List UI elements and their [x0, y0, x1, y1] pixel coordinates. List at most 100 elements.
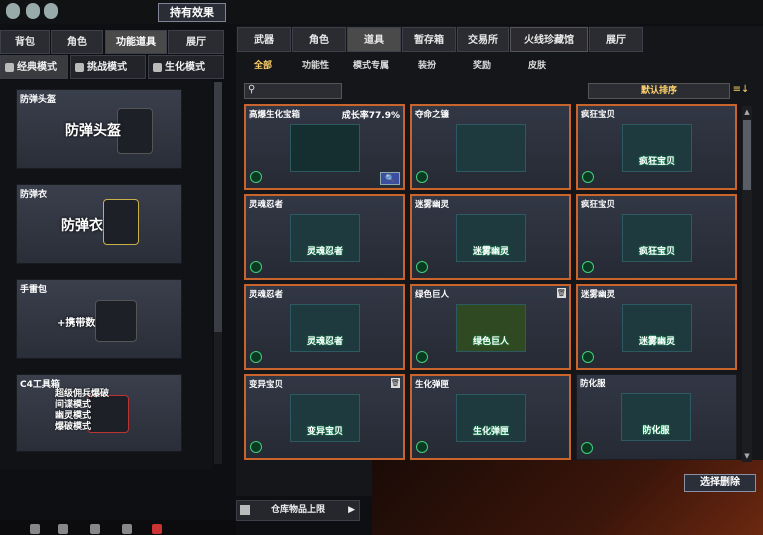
- list-item[interactable]: 防弹头盔 防弹头盔: [16, 89, 182, 169]
- left-item-list: 防弹头盔 防弹头盔 防弹衣 防弹衣 手雷包 +携带数 C4工具箱 超级佣兵爆破 …: [0, 80, 212, 470]
- item-card[interactable]: 灵魂忍者 灵魂忍者: [244, 284, 405, 370]
- bio-badge-icon: [416, 261, 428, 273]
- sort-dropdown[interactable]: 默认排序: [588, 83, 730, 99]
- item-card[interactable]: 变异宝贝 🗑 变异宝贝: [244, 374, 405, 460]
- sort-order-icon[interactable]: ≡↓: [732, 83, 750, 97]
- item-image: 迷雾幽灵: [622, 304, 692, 352]
- item-card[interactable]: 迷雾幽灵 迷雾幽灵: [410, 194, 571, 280]
- c4-modes: 超级佣兵爆破 间谍模式 幽灵模式 爆破模式: [55, 389, 110, 432]
- tab-backpack[interactable]: 背包: [0, 30, 50, 54]
- bio-badge-icon: [250, 441, 262, 453]
- subtab-functional[interactable]: 功能性: [302, 58, 329, 71]
- storage-limit-button[interactable]: 仓库物品上限 ▶: [236, 500, 360, 521]
- tab-character[interactable]: 角色: [51, 30, 103, 54]
- tab-weapons[interactable]: 武器: [237, 27, 291, 52]
- bio-mode-icon: [153, 63, 162, 72]
- tab-challenge-mode[interactable]: 挑战模式: [70, 55, 146, 79]
- item-card[interactable]: 迷雾幽灵 迷雾幽灵: [576, 284, 737, 370]
- arrow-right-icon: ▶: [348, 505, 355, 515]
- bio-badge-icon: [250, 171, 262, 183]
- search-icon: ⚲: [248, 84, 256, 95]
- tab-right-showroom[interactable]: 展厅: [589, 27, 643, 52]
- list-item[interactable]: C4工具箱 超级佣兵爆破 间谍模式 幽灵模式 爆破模式: [16, 374, 182, 452]
- item-card[interactable]: 灵魂忍者 灵魂忍者: [244, 194, 405, 280]
- subtab-skins[interactable]: 皮肤: [528, 58, 546, 71]
- subtab-dressup[interactable]: 装扮: [418, 58, 436, 71]
- item-image: 迷雾幽灵: [456, 214, 526, 262]
- left-scrollbar[interactable]: [214, 82, 222, 464]
- tab-bio-mode[interactable]: 生化模式: [148, 55, 224, 79]
- bio-badge-icon: [582, 171, 594, 183]
- item-image: 防化服: [621, 393, 691, 441]
- trash-icon[interactable]: 🗑: [557, 288, 566, 298]
- select-delete-button[interactable]: 选择删除: [684, 474, 756, 492]
- bio-badge-icon: [581, 442, 593, 454]
- layers-icon: [240, 505, 250, 515]
- list-item[interactable]: 防弹衣 防弹衣: [16, 184, 182, 264]
- bio-badge-icon: [416, 351, 428, 363]
- tab-collection[interactable]: 火线珍藏馆: [510, 27, 588, 52]
- item-image: [290, 124, 360, 172]
- item-card[interactable]: 生化弹匣 生化弹匣: [410, 374, 571, 460]
- item-card[interactable]: 疯狂宝贝 疯狂宝贝: [576, 104, 737, 190]
- tab-showroom[interactable]: 展厅: [168, 30, 224, 54]
- mail-icon[interactable]: [58, 524, 68, 534]
- item-card[interactable]: 高爆生化宝箱 成长率77.9% 🔍: [244, 104, 405, 190]
- people-icon[interactable]: [30, 524, 40, 534]
- item-card[interactable]: 夺命之镰: [410, 104, 571, 190]
- bio-badge-icon: [250, 351, 262, 363]
- item-grid: 高爆生化宝箱 成长率77.9% 🔍 夺命之镰 疯狂宝贝 疯狂宝贝 灵魂忍者 灵魂…: [242, 104, 740, 462]
- classic-mode-icon: [5, 63, 14, 72]
- bio-badge-icon: [582, 351, 594, 363]
- item-card[interactable]: 防化服 防化服: [576, 374, 737, 460]
- hand-icon[interactable]: [26, 3, 40, 19]
- tab-items[interactable]: 道具: [347, 27, 401, 52]
- tab-function-items[interactable]: 功能道具: [105, 30, 167, 54]
- bio-badge-icon: [582, 261, 594, 273]
- subtab-rewards[interactable]: 奖励: [473, 58, 491, 71]
- settings-icon[interactable]: [6, 3, 20, 19]
- scroll-thumb[interactable]: [743, 120, 751, 190]
- tab-classic-mode[interactable]: 经典模式: [0, 55, 68, 79]
- bio-badge-icon: [416, 171, 428, 183]
- top-bar: [0, 0, 763, 24]
- item-card[interactable]: 疯狂宝贝 疯狂宝贝: [576, 194, 737, 280]
- mode-tabs: 经典模式 挑战模式 生化模式: [0, 55, 224, 79]
- scroll-thumb[interactable]: [214, 82, 222, 332]
- item-image: 疯狂宝贝: [622, 214, 692, 262]
- item-image: [456, 124, 526, 172]
- tab-exchange[interactable]: 交易所: [457, 27, 509, 52]
- tab-roles[interactable]: 角色: [292, 27, 346, 52]
- vest-icon: [103, 199, 139, 245]
- item-image: 绿色巨人: [456, 304, 526, 352]
- item-image: 灵魂忍者: [290, 304, 360, 352]
- right-scrollbar[interactable]: ▲ ▼: [742, 106, 752, 462]
- item-image: 生化弹匣: [456, 394, 526, 442]
- effect-button[interactable]: 持有效果: [158, 3, 226, 22]
- gift-icon[interactable]: [122, 524, 132, 534]
- bio-badge-icon: [250, 261, 262, 273]
- zoom-icon[interactable]: 🔍: [380, 172, 400, 185]
- challenge-mode-icon: [75, 63, 84, 72]
- grenade-icon: [95, 300, 137, 342]
- help-icon[interactable]: [152, 524, 162, 534]
- item-card[interactable]: 绿色巨人 🗑 绿色巨人: [410, 284, 571, 370]
- search-input[interactable]: ⚲: [244, 83, 342, 99]
- subtab-all[interactable]: 全部: [254, 58, 272, 71]
- bottom-bar: [0, 520, 236, 535]
- item-image: 变异宝贝: [290, 394, 360, 442]
- scroll-up-icon[interactable]: ▲: [743, 108, 751, 116]
- bio-badge-icon: [416, 441, 428, 453]
- scroll-down-icon[interactable]: ▼: [743, 452, 751, 460]
- headset-icon[interactable]: [90, 524, 100, 534]
- avatar-icon[interactable]: [44, 3, 58, 19]
- helmet-icon: [117, 108, 153, 154]
- item-image: 疯狂宝贝: [622, 124, 692, 172]
- tab-storage-box[interactable]: 暂存箱: [402, 27, 456, 52]
- background-art: [372, 460, 763, 535]
- left-tabs: 背包 角色 功能道具 展厅: [0, 30, 224, 54]
- list-item[interactable]: 手雷包 +携带数: [16, 279, 182, 359]
- trash-icon[interactable]: 🗑: [391, 378, 400, 388]
- subtab-mode-exclusive[interactable]: 模式专属: [353, 58, 389, 71]
- item-image: 灵魂忍者: [290, 214, 360, 262]
